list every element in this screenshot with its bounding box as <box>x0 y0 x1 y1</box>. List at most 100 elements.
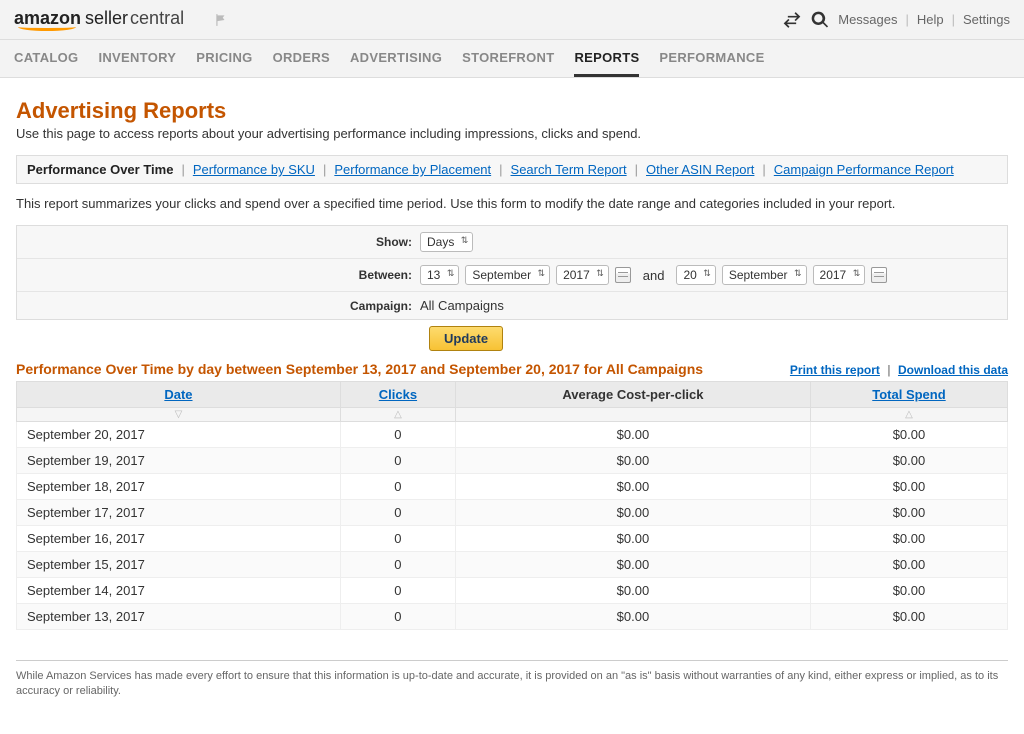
logo[interactable]: amazon seller central <box>14 8 184 31</box>
table-row: September 17, 20170$0.00$0.00 <box>17 500 1008 526</box>
page-title: Advertising Reports <box>16 98 1008 124</box>
sort-indicator[interactable]: ▽ <box>17 408 341 422</box>
print-report-link[interactable]: Print this report <box>790 363 880 377</box>
page-description: Use this page to access reports about yo… <box>16 126 1008 141</box>
nav-orders[interactable]: ORDERS <box>273 40 330 77</box>
cell-cpc: $0.00 <box>455 526 810 552</box>
download-data-link[interactable]: Download this data <box>898 363 1008 377</box>
to-month-select[interactable]: September <box>722 265 807 285</box>
to-day-select[interactable]: 20 <box>676 265 715 285</box>
settings-link[interactable]: Settings <box>963 12 1010 27</box>
cell-cpc: $0.00 <box>455 604 810 630</box>
cell-date: September 13, 2017 <box>17 604 341 630</box>
cell-cpc: $0.00 <box>455 578 810 604</box>
cell-date: September 18, 2017 <box>17 474 341 500</box>
col-spend[interactable]: Total Spend <box>872 387 945 402</box>
cell-date: September 19, 2017 <box>17 448 341 474</box>
help-link[interactable]: Help <box>917 12 944 27</box>
cell-clicks: 0 <box>340 552 455 578</box>
cell-clicks: 0 <box>340 604 455 630</box>
separator: | <box>887 363 890 377</box>
from-month-select[interactable]: September <box>465 265 550 285</box>
report-summary: This report summarizes your clicks and s… <box>16 196 1008 211</box>
cell-spend: $0.00 <box>810 500 1007 526</box>
cell-clicks: 0 <box>340 500 455 526</box>
separator: | <box>635 162 638 177</box>
col-date[interactable]: Date <box>164 387 192 402</box>
cell-cpc: $0.00 <box>455 422 810 448</box>
tab-search-term-report[interactable]: Search Term Report <box>511 162 627 177</box>
col-cpc: Average Cost-per-click <box>455 382 810 408</box>
disclaimer-text: While Amazon Services has made every eff… <box>16 669 1008 720</box>
table-row: September 13, 20170$0.00$0.00 <box>17 604 1008 630</box>
cell-clicks: 0 <box>340 578 455 604</box>
tab-other-asin-report[interactable]: Other ASIN Report <box>646 162 754 177</box>
sort-indicator <box>455 408 810 422</box>
nav-reports[interactable]: REPORTS <box>574 40 639 77</box>
nav-inventory[interactable]: INVENTORY <box>98 40 176 77</box>
campaign-label: Campaign: <box>25 299 420 313</box>
messages-link[interactable]: Messages <box>838 12 897 27</box>
and-text: and <box>643 268 665 283</box>
sort-indicator[interactable]: △ <box>810 408 1007 422</box>
calendar-icon[interactable] <box>871 267 887 283</box>
logo-seller: seller <box>85 8 128 29</box>
cell-spend: $0.00 <box>810 422 1007 448</box>
cell-spend: $0.00 <box>810 448 1007 474</box>
sort-indicator[interactable]: △ <box>340 408 455 422</box>
nav-storefront[interactable]: STOREFRONT <box>462 40 554 77</box>
logo-central: central <box>130 8 184 29</box>
table-row: September 15, 20170$0.00$0.00 <box>17 552 1008 578</box>
separator: | <box>762 162 765 177</box>
nav-performance[interactable]: PERFORMANCE <box>659 40 764 77</box>
col-clicks[interactable]: Clicks <box>379 387 417 402</box>
tab-campaign-performance-report[interactable]: Campaign Performance Report <box>774 162 954 177</box>
cell-spend: $0.00 <box>810 604 1007 630</box>
cell-spend: $0.00 <box>810 526 1007 552</box>
table-row: September 19, 20170$0.00$0.00 <box>17 448 1008 474</box>
divider: | <box>905 12 908 27</box>
separator: | <box>499 162 502 177</box>
report-tabs: Performance Over Time | Performance by SKU… <box>16 155 1008 184</box>
cell-spend: $0.00 <box>810 578 1007 604</box>
search-icon[interactable] <box>810 10 830 30</box>
cell-date: September 16, 2017 <box>17 526 341 552</box>
table-row: September 20, 20170$0.00$0.00 <box>17 422 1008 448</box>
table-row: September 16, 20170$0.00$0.00 <box>17 526 1008 552</box>
cell-spend: $0.00 <box>810 552 1007 578</box>
performance-table: Date Clicks Average Cost-per-click Total… <box>16 381 1008 630</box>
cell-date: September 17, 2017 <box>17 500 341 526</box>
filter-form: Show: Days Between: 13 September 2017 an… <box>16 225 1008 320</box>
cell-cpc: $0.00 <box>455 448 810 474</box>
cell-clicks: 0 <box>340 448 455 474</box>
calendar-icon[interactable] <box>615 267 631 283</box>
cell-cpc: $0.00 <box>455 500 810 526</box>
show-select[interactable]: Days <box>420 232 473 252</box>
tab-performance-by-placement[interactable]: Performance by Placement <box>334 162 491 177</box>
from-year-select[interactable]: 2017 <box>556 265 609 285</box>
cell-date: September 15, 2017 <box>17 552 341 578</box>
footer-rule <box>16 660 1008 661</box>
table-row: September 18, 20170$0.00$0.00 <box>17 474 1008 500</box>
separator: | <box>323 162 326 177</box>
tab-performance-over-time[interactable]: Performance Over Time <box>27 162 173 177</box>
campaign-value: All Campaigns <box>420 298 504 313</box>
flag-icon[interactable] <box>214 11 228 29</box>
switch-icon[interactable] <box>782 10 802 30</box>
divider: | <box>952 12 955 27</box>
cell-clicks: 0 <box>340 422 455 448</box>
from-day-select[interactable]: 13 <box>420 265 459 285</box>
to-year-select[interactable]: 2017 <box>813 265 866 285</box>
table-row: September 14, 20170$0.00$0.00 <box>17 578 1008 604</box>
cell-date: September 14, 2017 <box>17 578 341 604</box>
top-bar: amazon seller central Messages | Help | … <box>0 0 1024 40</box>
cell-clicks: 0 <box>340 474 455 500</box>
nav-advertising[interactable]: ADVERTISING <box>350 40 442 77</box>
update-button[interactable]: Update <box>429 326 503 351</box>
nav-catalog[interactable]: CATALOG <box>14 40 78 77</box>
table-title: Performance Over Time by day between Sep… <box>16 361 703 377</box>
nav-pricing[interactable]: PRICING <box>196 40 252 77</box>
main-nav: CATALOG INVENTORY PRICING ORDERS ADVERTISING… <box>0 40 1024 78</box>
cell-date: September 20, 2017 <box>17 422 341 448</box>
tab-performance-by-sku[interactable]: Performance by SKU <box>193 162 315 177</box>
